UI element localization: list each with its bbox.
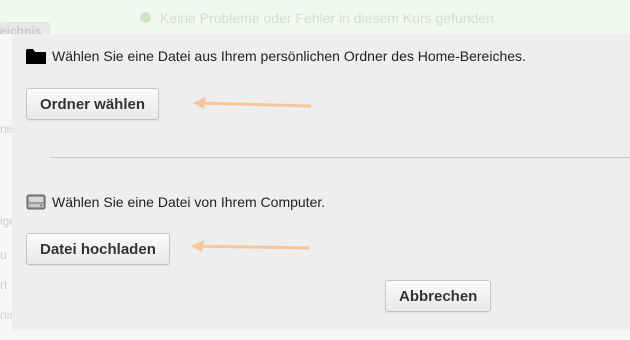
choose-folder-button[interactable]: Ordner wählen xyxy=(26,88,160,120)
background-text-fragment: rt xyxy=(0,278,8,292)
cancel-button[interactable]: Abbrechen xyxy=(385,280,492,312)
upload-file-button[interactable]: Datei hochladen xyxy=(26,233,170,265)
computer-section-text: Wählen Sie eine Datei von Ihrem Computer… xyxy=(52,194,326,210)
background-sidebar: nis igen u rt nis xyxy=(0,34,23,340)
check-icon xyxy=(140,12,151,23)
background-text-fragment: u xyxy=(0,248,7,262)
background-footer xyxy=(12,330,630,340)
annotation-arrow xyxy=(193,97,312,109)
section-divider xyxy=(50,157,630,158)
drive-icon xyxy=(26,194,46,210)
background-notice-text: Keine Probleme oder Fehler in diesem Kur… xyxy=(160,10,498,26)
folder-icon xyxy=(26,49,46,64)
background-notice-bar: Keine Probleme oder Fehler in diesem Kur… xyxy=(0,0,630,35)
file-source-dialog xyxy=(12,34,630,330)
folder-section-text: Wählen Sie eine Datei aus Ihrem persönli… xyxy=(52,48,526,64)
annotation-arrow xyxy=(191,240,310,252)
